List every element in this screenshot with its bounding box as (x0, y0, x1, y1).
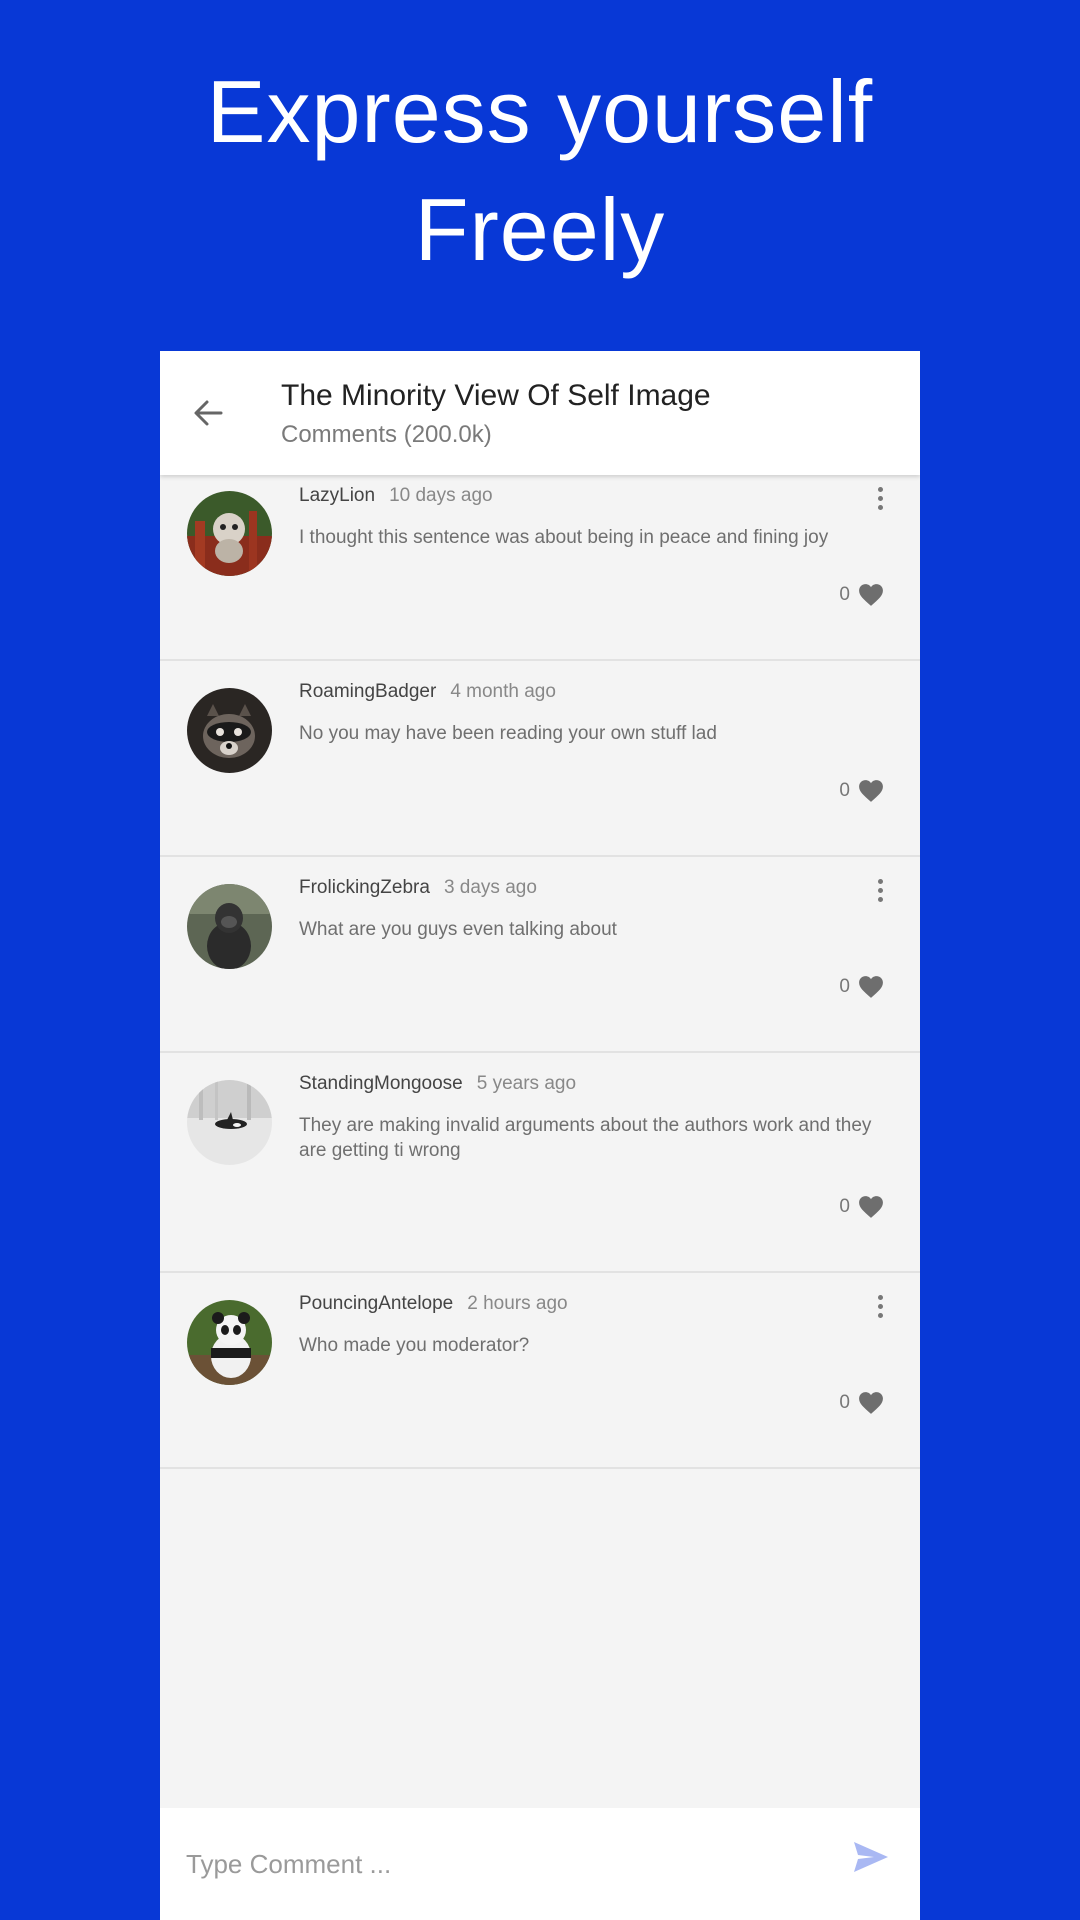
comment-time: 4 month ago (450, 681, 556, 702)
dot-icon (877, 1303, 883, 1309)
avatar[interactable] (187, 1300, 272, 1385)
promo-line-1: Express yourself (206, 61, 874, 161)
promo-line-2: Freely (414, 179, 666, 279)
like-count: 0 (839, 976, 850, 997)
comment-input[interactable] (186, 1844, 806, 1884)
like-count: 0 (839, 1196, 850, 1217)
comment-list: LazyLion 10 days ago I thought this sent… (160, 475, 920, 1469)
page-title: The Minority View Of Self Image (281, 379, 711, 412)
avatar[interactable] (187, 884, 272, 969)
comment-item: RoamingBadger 4 month ago No you may hav… (160, 661, 920, 857)
comment-username[interactable]: StandingMongoose (299, 1073, 463, 1095)
dot-icon (877, 887, 883, 893)
like-control: 0 (839, 583, 884, 607)
phone-screen: The Minority View Of Self Image Comments… (160, 351, 920, 1920)
dot-icon (877, 878, 883, 884)
avatar[interactable] (187, 688, 272, 773)
back-button[interactable] (186, 391, 230, 435)
comment-input-bar (160, 1808, 920, 1920)
comment-item: LazyLion 10 days ago I thought this sent… (160, 475, 920, 661)
comment-time: 3 days ago (443, 877, 537, 898)
comments-count: Comments (200.0k) (281, 421, 492, 448)
heart-icon[interactable] (858, 1391, 884, 1415)
like-control: 0 (839, 975, 884, 999)
dot-icon (877, 504, 883, 510)
like-control: 0 (839, 1195, 884, 1219)
dot-icon (877, 495, 883, 501)
comment-time: 5 years ago (476, 1073, 577, 1094)
heart-icon[interactable] (858, 975, 884, 999)
comment-text: They are making invalid arguments about … (299, 1115, 872, 1161)
comment-username[interactable]: PouncingAntelope (299, 1293, 453, 1315)
dot-icon (877, 1294, 883, 1300)
comment-username[interactable]: FrolickingZebra (299, 877, 430, 899)
heart-icon[interactable] (858, 583, 884, 607)
more-options-button[interactable] (870, 1291, 890, 1321)
app-bar: The Minority View Of Self Image Comments… (160, 351, 920, 475)
like-count: 0 (839, 780, 850, 801)
comment-item: StandingMongoose 5 years ago They are ma… (160, 1053, 920, 1273)
send-icon[interactable] (852, 1840, 890, 1874)
dot-icon (877, 1312, 883, 1318)
like-count: 0 (839, 1392, 850, 1413)
comment-time: 10 days ago (389, 485, 493, 506)
red-panda-avatar-icon (187, 491, 272, 576)
raccoon-avatar-icon (187, 688, 272, 773)
heart-icon[interactable] (858, 779, 884, 803)
panda-avatar-icon (187, 1300, 272, 1385)
avatar[interactable] (187, 491, 272, 576)
comment-item: FrolickingZebra 3 days ago What are you … (160, 857, 920, 1053)
more-options-button[interactable] (870, 483, 890, 513)
dot-icon (877, 486, 883, 492)
like-control: 0 (839, 779, 884, 803)
dot-icon (877, 896, 883, 902)
comment-text: No you may have been reading your own st… (299, 723, 717, 744)
gorilla-avatar-icon (187, 884, 272, 969)
like-count: 0 (839, 584, 850, 605)
avatar[interactable] (187, 1080, 272, 1165)
comment-time: 2 hours ago (467, 1293, 568, 1314)
more-options-button[interactable] (870, 875, 890, 905)
comment-text: What are you guys even talking about (299, 919, 617, 940)
promo-header: Express yourself Freely (0, 0, 1080, 351)
comment-text: Who made you moderator? (299, 1335, 530, 1356)
like-control: 0 (839, 1391, 884, 1415)
heart-icon[interactable] (858, 1195, 884, 1219)
comment-item: PouncingAntelope 2 hours ago Who made yo… (160, 1273, 920, 1469)
comment-text: I thought this sentence was about being … (299, 527, 829, 548)
comment-username[interactable]: LazyLion (299, 485, 375, 507)
orca-avatar-icon (187, 1080, 272, 1165)
comment-username[interactable]: RoamingBadger (299, 681, 436, 703)
arrow-left-icon (194, 400, 223, 426)
